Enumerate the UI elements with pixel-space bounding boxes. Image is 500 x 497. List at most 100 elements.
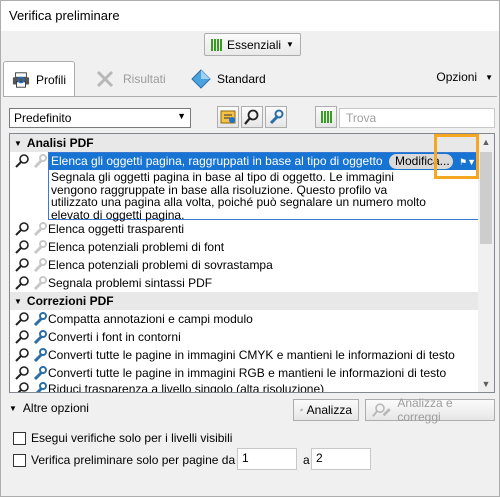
to-label: a (303, 453, 310, 467)
tab-standards[interactable]: Standard (183, 63, 274, 95)
options-label: Opzioni (436, 70, 478, 84)
checkbox-box[interactable] (13, 453, 26, 467)
find-button[interactable] (241, 106, 263, 128)
wrench-icon (33, 258, 47, 272)
list-item[interactable]: Segnala problemi sintassi PDF (10, 274, 480, 292)
list-scrollbar[interactable]: ▲ ▼ (478, 134, 494, 392)
magnifier-icon (15, 240, 29, 254)
item-description: Segnala gli oggetti pagina in base al ti… (51, 170, 426, 222)
wrench-icon (33, 330, 47, 344)
wrench-icon (33, 366, 47, 380)
tab-profiles[interactable]: Profili (3, 61, 75, 97)
page-range-checkbox[interactable]: Verifica preliminare solo per pagine da (13, 453, 235, 467)
analyze-and-fix-button[interactable]: Analizza e correggi (365, 396, 495, 424)
find-input[interactable]: Trova (339, 108, 495, 128)
visible-layers-checkbox[interactable]: Esegui verifiche solo per i livelli visi… (13, 431, 232, 445)
item-icons (10, 152, 48, 168)
wrench-icon (33, 222, 47, 236)
magnifier-icon (17, 382, 29, 392)
list-item[interactable]: Elenca potenziali problemi di sovrastamp… (10, 256, 480, 274)
options-menu-icon (220, 110, 236, 124)
tab-profiles-label: Profili (35, 72, 66, 87)
item-label: Converti tutte le pagine in immagini CMY… (48, 348, 455, 362)
preflight-dialog: Verifica preliminare Essenziali ▼ Profil… (0, 0, 500, 497)
group-label: Analisi PDF (26, 136, 94, 150)
essentials-label: Essenziali (227, 37, 282, 52)
tab-bar: Profili Risultati Standard Opzioni ▼ (1, 61, 499, 97)
more-options-label: Altre opzioni (22, 401, 89, 415)
top-bar: Essenziali ▼ (1, 31, 499, 61)
list-item[interactable]: Converti i font in contorni (10, 328, 480, 346)
profile-library-value: Predefinito (14, 111, 72, 125)
essentials-toggle-button[interactable] (315, 106, 337, 128)
bars-icon (211, 38, 222, 51)
wrench-icon (35, 382, 47, 392)
profile-library-select[interactable]: Predefinito ▼ (9, 108, 191, 128)
magnifier-icon (15, 312, 29, 326)
wrench-icon (33, 312, 47, 326)
title-bar: Verifica preliminare (1, 1, 499, 31)
group-header[interactable]: ▼ Analisi PDF (10, 134, 480, 152)
page-from-input[interactable]: 1 (237, 448, 297, 470)
essentials-dropdown-button[interactable]: Essenziali ▼ (204, 33, 301, 56)
group-header[interactable]: ▼ Correzioni PDF (10, 292, 480, 310)
item-icons (10, 258, 48, 272)
selected-item-header: Elenca gli oggetti pagina, raggruppati i… (49, 153, 479, 170)
find-placeholder: Trova (346, 111, 377, 125)
list-item[interactable]: Elenca gli oggetti pagina, raggruppati i… (10, 152, 480, 222)
analyze-label: Analizza (306, 403, 352, 417)
page-range-label: Verifica preliminare solo per pagine da (31, 453, 236, 467)
group-label: Correzioni PDF (26, 294, 114, 308)
item-label: Riduci trasparenza a livello singolo (al… (48, 382, 325, 393)
item-label: Elenca potenziali problemi di font (48, 240, 225, 254)
scroll-up-icon[interactable]: ▲ (478, 134, 494, 150)
item-icons (10, 366, 48, 380)
item-icons (10, 222, 48, 236)
checkbox-box[interactable] (13, 431, 26, 445)
list-item[interactable]: Elenca potenziali problemi di font (10, 238, 480, 256)
page-to-input[interactable]: 2 (311, 448, 371, 470)
tab-results[interactable]: Risultati (87, 63, 174, 95)
item-icons (10, 240, 48, 254)
profile-list[interactable]: ▼ Analisi PDF Elenca gli oggetti pagina,… (9, 133, 495, 393)
magnifier-wrench-icon (372, 403, 391, 417)
list-item[interactable]: Elenca oggetti trasparenti (10, 220, 480, 238)
scroll-thumb[interactable] (480, 152, 492, 244)
focus-highlight-box (434, 134, 479, 179)
caret-down-icon: ▼ (14, 296, 22, 306)
analyze-button[interactable]: Analizza (293, 399, 359, 421)
item-icons (10, 276, 48, 290)
select-profiles-button[interactable] (217, 106, 239, 128)
list-item[interactable]: Riduci trasparenza a livello singolo (al… (10, 380, 480, 393)
item-label: Converti tutte le pagine in immagini RGB… (48, 366, 447, 380)
bottom-options: ▼ Altre opzioni Analizza Analizza e corr… (3, 396, 497, 497)
item-label: Converti i font in contorni (48, 330, 181, 344)
magnifier-icon (15, 258, 29, 272)
analyze-fix-label: Analizza e correggi (397, 396, 453, 424)
list-item[interactable]: Converti tutte le pagine in immagini CMY… (10, 346, 480, 364)
magnifier-icon (15, 276, 29, 290)
fix-button[interactable] (265, 106, 287, 128)
more-options-toggle[interactable]: ▼ Altre opzioni (9, 401, 89, 415)
caret-down-icon: ▼ (14, 138, 22, 148)
wrench-icon (33, 348, 47, 362)
magnifier-icon (244, 109, 259, 125)
options-menu[interactable]: Opzioni ▼ (436, 70, 493, 84)
magnifier-icon (15, 154, 29, 168)
profile-toolbar: Predefinito ▼ Trova (9, 106, 495, 128)
wrench-icon (269, 109, 284, 125)
caret-down-icon: ▼ (9, 403, 17, 413)
item-label: Elenca gli oggetti pagina, raggruppati i… (51, 154, 383, 168)
tab-standards-label: Standard (217, 72, 266, 86)
tools-icon (96, 70, 114, 88)
item-label: Segnala problemi sintassi PDF (48, 276, 213, 290)
item-label: Compatta annotazioni e campi modulo (48, 312, 253, 326)
list-item[interactable]: Compatta annotazioni e campi modulo (10, 310, 480, 328)
diamond-icon (191, 69, 211, 89)
window-title: Verifica preliminare (9, 8, 120, 23)
item-icons (10, 348, 48, 362)
item-label: Elenca oggetti trasparenti (48, 222, 185, 236)
wrench-icon (33, 240, 47, 254)
wrench-icon (33, 154, 47, 168)
scroll-down-icon[interactable]: ▼ (478, 376, 494, 392)
